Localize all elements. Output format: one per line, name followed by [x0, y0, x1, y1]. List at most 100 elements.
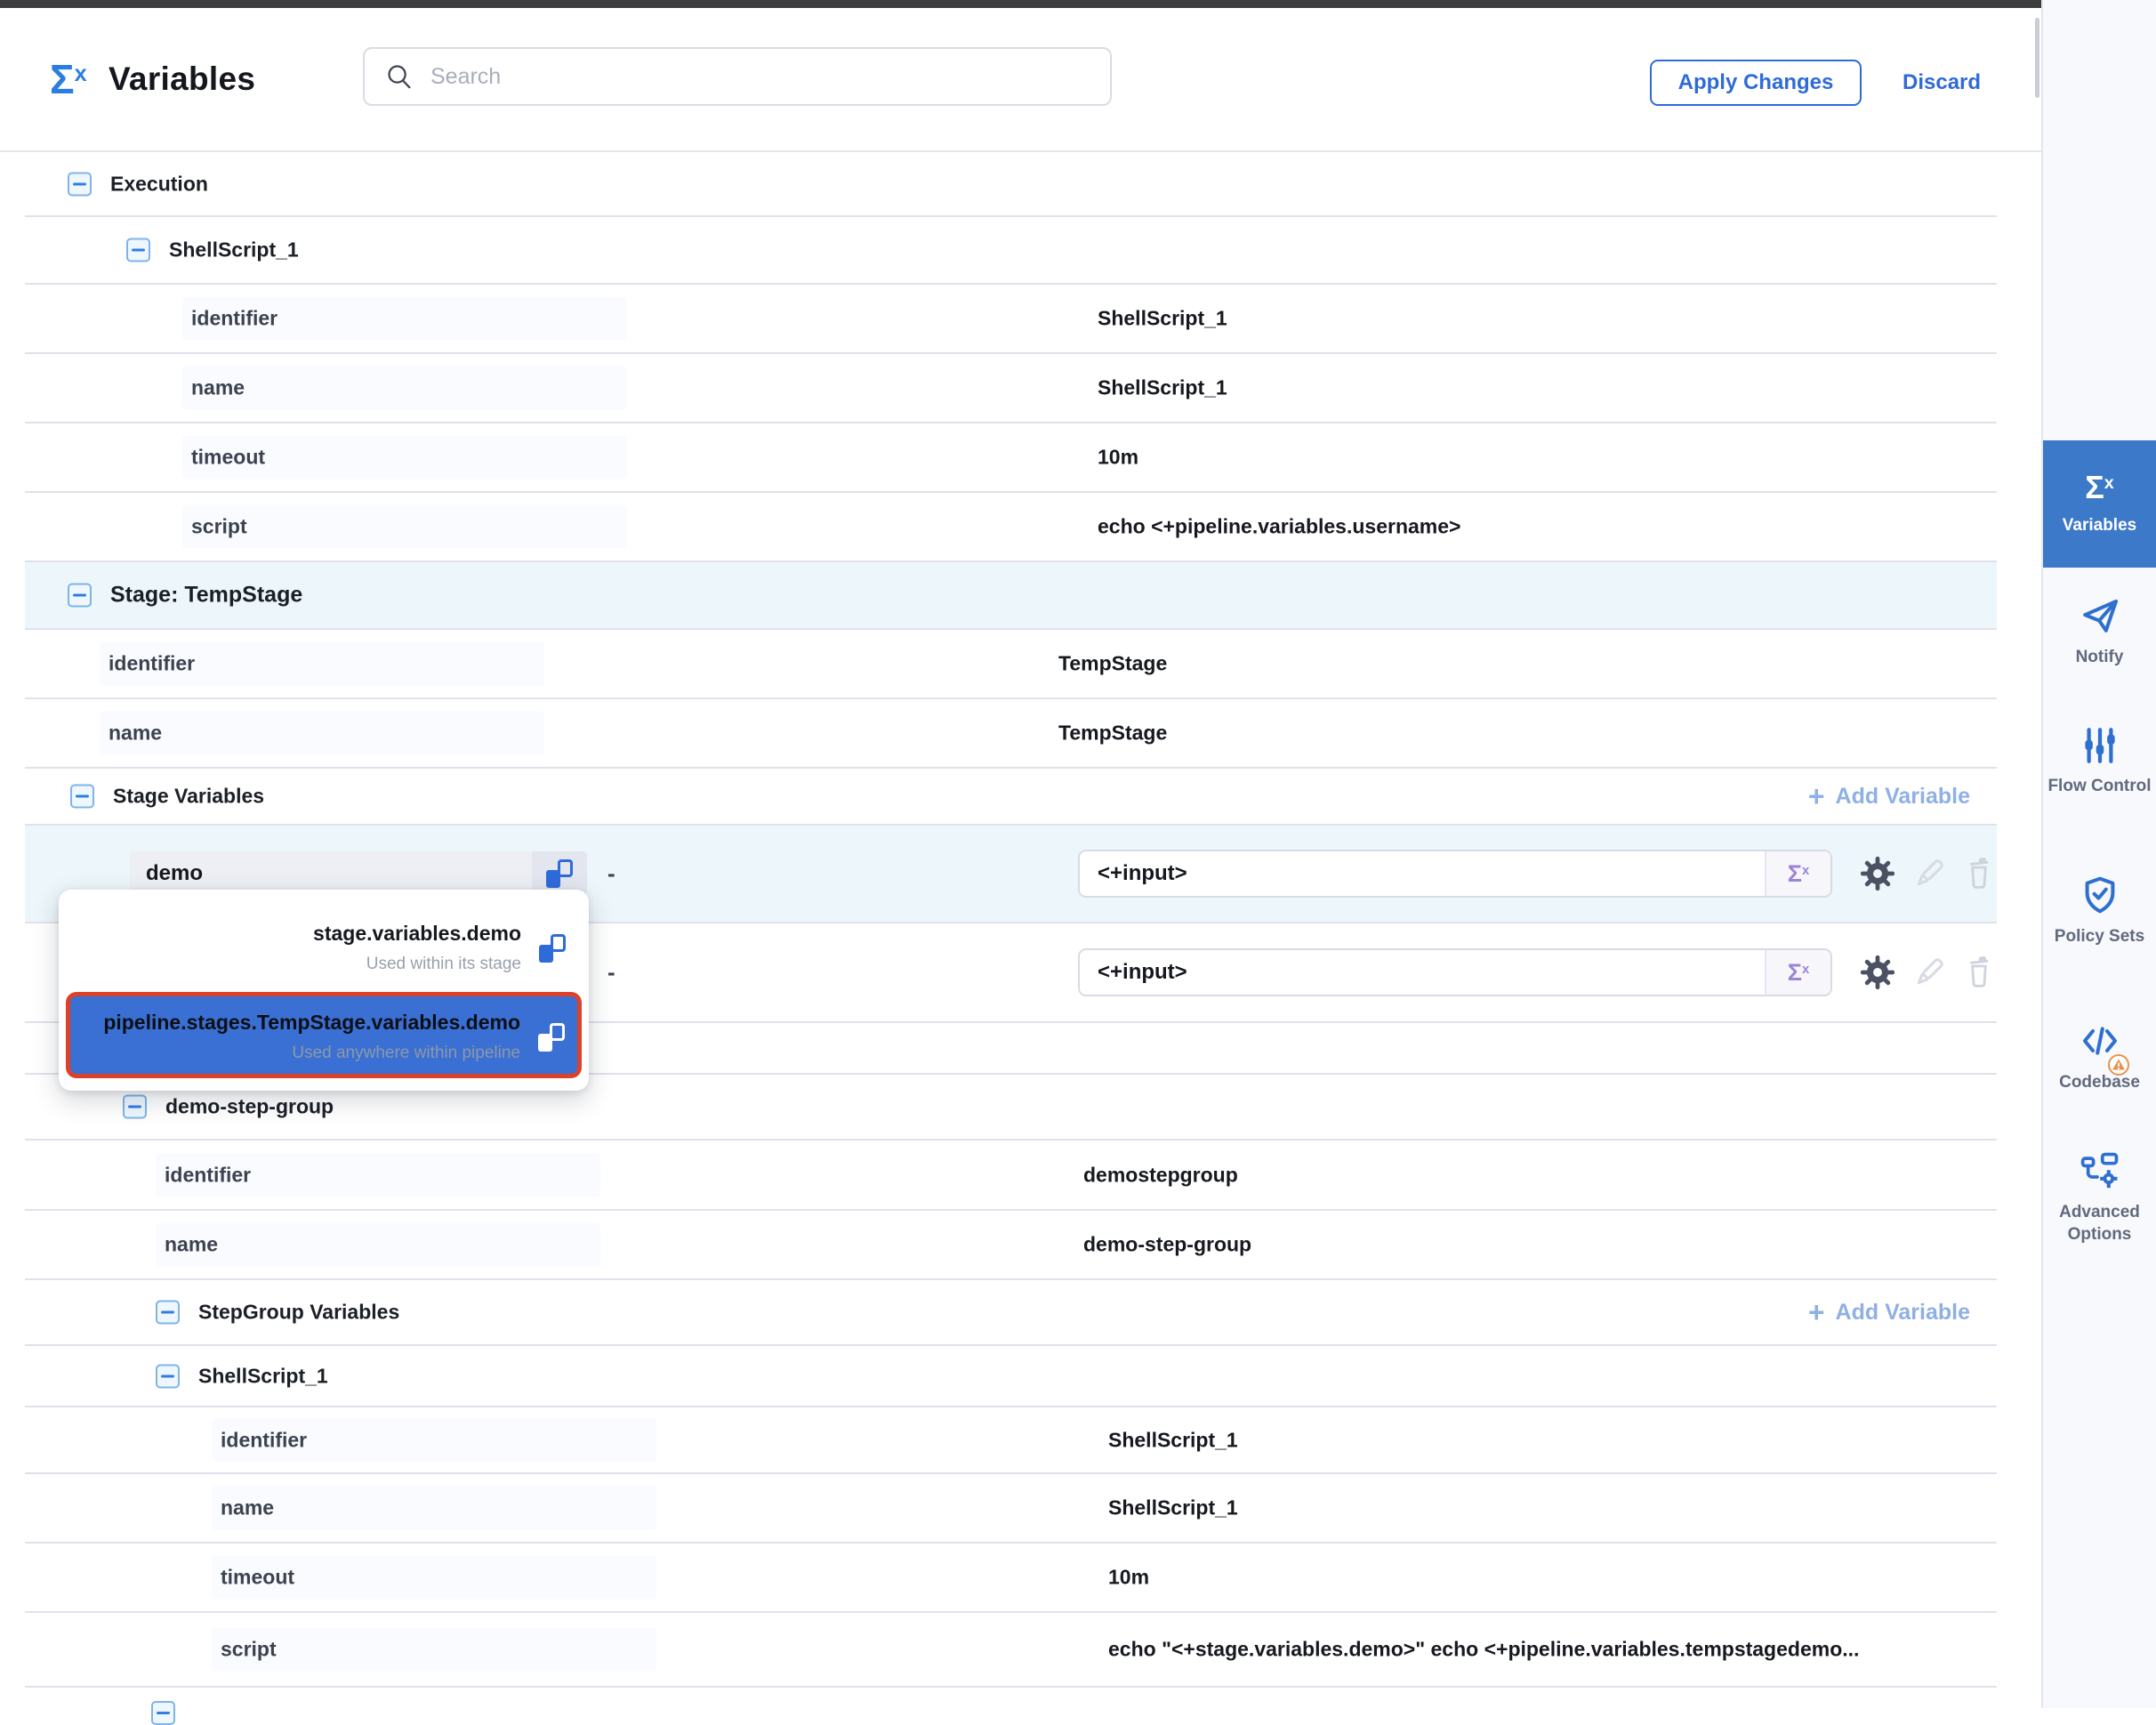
- field-row: script echo "<+stage.variables.demo>" ec…: [25, 1613, 1997, 1688]
- delete-trash-icon[interactable]: [1961, 955, 1997, 990]
- sidebar-item-codebase[interactable]: Codebase: [2043, 1020, 2156, 1093]
- field-row: identifier ShellScript_1: [25, 285, 1997, 354]
- sidebar-item-label: Flow Control: [2047, 775, 2151, 797]
- runtime-input-type-button[interactable]: Σx: [1765, 851, 1830, 896]
- field-row: timeout 10m: [25, 423, 1997, 493]
- search-input[interactable]: [429, 63, 1110, 91]
- expression-scope-hint: Used within its stage: [313, 955, 521, 974]
- field-value: ShellScript_1: [1098, 307, 1227, 331]
- collapse-icon[interactable]: [156, 1301, 180, 1325]
- field-label: name: [156, 1223, 600, 1267]
- variable-name: demo: [130, 861, 532, 886]
- edit-pencil-icon[interactable]: [1910, 953, 1949, 992]
- sliders-icon: [2080, 725, 2120, 766]
- field-value: echo "<+stage.variables.demo>" echo <+pi…: [1108, 1638, 1859, 1662]
- sidebar-item-variables[interactable]: Σx Variables: [2043, 440, 2156, 568]
- field-value: demostepgroup: [1083, 1163, 1238, 1187]
- variable-value-input[interactable]: <+input> Σx: [1078, 850, 1832, 898]
- field-label: timeout: [212, 1556, 656, 1600]
- variable-description: -: [607, 860, 615, 888]
- field-row: name TempStage: [25, 699, 1997, 769]
- group-row-shellscript[interactable]: ShellScript_1: [25, 217, 1997, 285]
- copy-icon: [546, 859, 573, 888]
- shield-check-icon: [2079, 874, 2121, 916]
- panel-header: Σx Variables Apply Changes Discard: [0, 8, 2041, 152]
- settings-gear-icon[interactable]: [1858, 953, 1897, 992]
- scrollbar-thumb[interactable]: [2035, 18, 2039, 98]
- field-value: ShellScript_1: [1108, 1496, 1238, 1520]
- field-row: name demo-step-group: [25, 1211, 1997, 1280]
- group-row-shellscript-nested[interactable]: ShellScript_1: [25, 1346, 1997, 1407]
- warning-badge-icon: [2107, 1053, 2130, 1076]
- edit-pencil-icon[interactable]: [1910, 854, 1949, 893]
- group-label: Stage Variables: [113, 785, 264, 809]
- sidebar-item-policy-sets[interactable]: Policy Sets: [2043, 874, 2156, 947]
- collapse-icon[interactable]: [68, 584, 92, 608]
- variable-description: -: [607, 959, 615, 987]
- field-label: identifier: [182, 297, 627, 341]
- field-row: timeout 10m: [25, 1544, 1997, 1613]
- collapse-icon[interactable]: [70, 785, 94, 809]
- field-label: name: [182, 367, 627, 410]
- delete-trash-icon[interactable]: [1961, 856, 1997, 891]
- field-row: identifier demostepgroup: [25, 1141, 1997, 1211]
- field-value: 10m: [1108, 1566, 1149, 1590]
- variables-panel-icon: Σx: [50, 59, 87, 100]
- discard-button[interactable]: Discard: [1897, 60, 1986, 106]
- group-label: ShellScript_1: [198, 1364, 328, 1388]
- expression-option-pipeline-scope-selected[interactable]: pipeline.stages.TempStage.variables.demo…: [66, 992, 582, 1078]
- group-label: ShellScript_1: [169, 238, 299, 262]
- field-label: identifier: [212, 1418, 656, 1462]
- field-row: identifier TempStage: [25, 630, 1997, 699]
- copy-icon[interactable]: [538, 1023, 565, 1052]
- sigma-icon: Σx: [50, 59, 87, 100]
- group-label: StepGroup Variables: [198, 1301, 399, 1325]
- apply-changes-button[interactable]: Apply Changes: [1650, 60, 1862, 106]
- field-row: name ShellScript_1: [25, 354, 1997, 423]
- group-row-execution[interactable]: Execution: [25, 152, 1997, 217]
- sidebar-item-label: Advanced Options: [2043, 1201, 2156, 1245]
- field-value: 10m: [1098, 446, 1138, 470]
- sidebar-item-label: Notify: [2076, 646, 2124, 668]
- variable-expression-popup: stage.variables.demo Used within its sta…: [59, 890, 589, 1091]
- sidebar-item-flow-control[interactable]: Flow Control: [2043, 725, 2156, 797]
- variable-value-input[interactable]: <+input> Σx: [1078, 948, 1832, 996]
- pipeline-tools-sidebar: Σx Variables Notify Flow Control Policy …: [2041, 0, 2156, 1708]
- field-label: name: [100, 712, 544, 755]
- field-label: script: [212, 1628, 656, 1672]
- expression-option-stage-scope[interactable]: stage.variables.demo Used within its sta…: [66, 897, 582, 992]
- copy-icon[interactable]: [539, 934, 566, 963]
- field-value: demo-step-group: [1083, 1233, 1251, 1257]
- group-row-stage-variables[interactable]: Stage Variables + Add Variable: [25, 769, 1997, 826]
- group-row-stage-tempstage[interactable]: Stage: TempStage: [25, 562, 1997, 630]
- group-label: Execution: [110, 172, 208, 196]
- collapse-icon[interactable]: [156, 1364, 180, 1388]
- search-box[interactable]: [363, 47, 1112, 106]
- sidebar-item-label: Variables: [2063, 514, 2136, 536]
- field-label: identifier: [100, 642, 544, 686]
- sigma-icon: Σx: [2085, 472, 2114, 504]
- field-label: name: [212, 1487, 656, 1530]
- page-title: Variables: [109, 60, 255, 98]
- field-value: ShellScript_1: [1108, 1428, 1238, 1452]
- field-row: identifier ShellScript_1: [25, 1407, 1997, 1474]
- runtime-input-type-button[interactable]: Σx: [1765, 950, 1830, 995]
- field-row: script echo <+pipeline.variables.usernam…: [25, 493, 1997, 562]
- sidebar-item-notify[interactable]: Notify: [2043, 594, 2156, 668]
- field-value: TempStage: [1058, 652, 1167, 676]
- collapse-icon[interactable]: [126, 238, 150, 262]
- sidebar-item-advanced-options[interactable]: Advanced Options: [2043, 1149, 2156, 1245]
- collapse-icon[interactable]: [68, 172, 92, 196]
- collapse-icon[interactable]: [123, 1095, 147, 1119]
- field-label: identifier: [156, 1153, 600, 1197]
- settings-gear-icon[interactable]: [1858, 854, 1897, 893]
- group-row-stepgroup-variables[interactable]: StepGroup Variables + Add Variable: [25, 1280, 1997, 1346]
- field-value: echo <+pipeline.variables.username>: [1098, 515, 1460, 539]
- field-value: TempStage: [1058, 721, 1167, 746]
- flowchart-gear-icon: [2079, 1149, 2121, 1192]
- add-variable-button[interactable]: + Add Variable: [1808, 782, 1970, 810]
- group-label: demo-step-group: [165, 1095, 334, 1119]
- add-variable-button[interactable]: + Add Variable: [1808, 1298, 1970, 1326]
- field-label: script: [182, 505, 627, 549]
- collapse-icon[interactable]: [151, 1701, 175, 1725]
